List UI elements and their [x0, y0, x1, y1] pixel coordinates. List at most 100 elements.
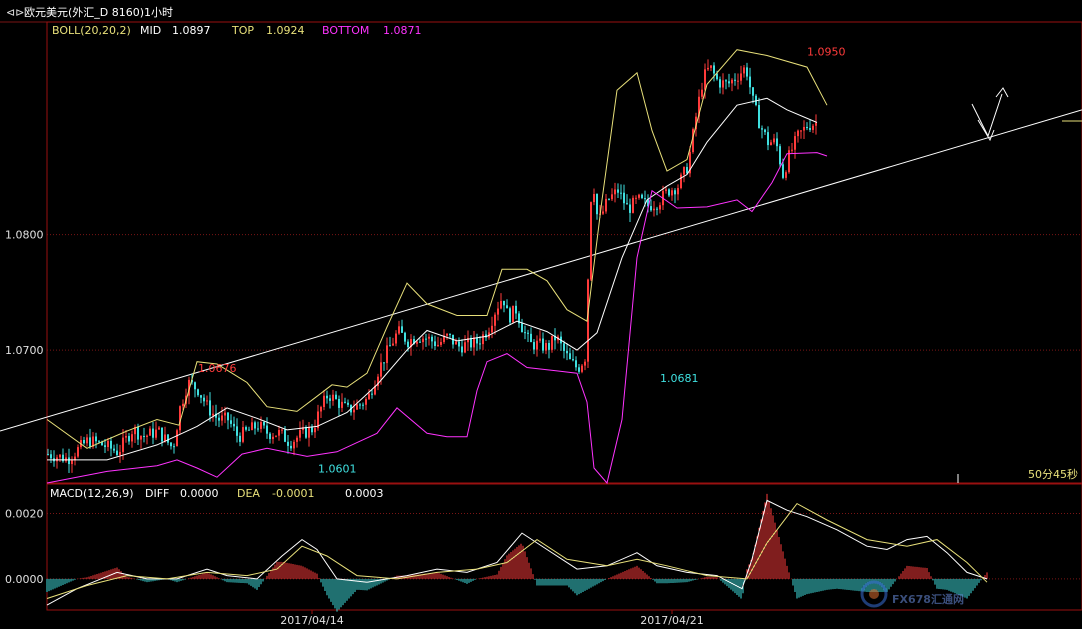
nav-back-forward-icon[interactable]: ⊲⊳	[6, 6, 24, 19]
candle-body	[701, 89, 703, 97]
candle-body	[617, 189, 619, 193]
candle-body	[95, 436, 97, 442]
x-axis-tick-label: 2017/04/21	[640, 614, 703, 627]
candle-body	[161, 427, 163, 442]
candle-body	[173, 446, 175, 448]
candle-body	[251, 422, 253, 431]
candle-body	[257, 428, 259, 430]
candle-body	[566, 350, 568, 354]
candle-body	[467, 337, 469, 343]
candle-body	[299, 430, 301, 438]
candle-body	[719, 79, 721, 88]
candle-body	[89, 437, 91, 447]
candle-body	[296, 437, 298, 442]
candle-body	[272, 436, 274, 440]
candle-body	[365, 399, 367, 405]
candle-body	[359, 404, 361, 406]
candle-body	[605, 198, 607, 212]
candle-body	[431, 336, 433, 342]
candle-body	[116, 450, 118, 455]
candle-body	[206, 400, 208, 402]
candle-body	[704, 69, 706, 90]
macd-label: MACD(12,26,9)	[50, 487, 134, 500]
candle-body	[308, 427, 310, 438]
candle-body	[203, 397, 205, 402]
candle-body	[98, 441, 100, 443]
candle-body	[572, 359, 574, 361]
macd-dea-value: -0.0001	[272, 487, 314, 500]
candle-body	[77, 447, 79, 457]
candle-body	[119, 451, 121, 455]
candle-body	[143, 435, 145, 438]
candle-body	[680, 174, 682, 189]
candle-body	[326, 395, 328, 399]
candle-body	[401, 326, 403, 333]
candle-body	[524, 332, 526, 334]
candle-body	[71, 460, 73, 465]
boll-bottom-value: 1.0871	[383, 24, 422, 37]
candle-body	[347, 402, 349, 405]
candle-body	[398, 326, 400, 334]
candle-body	[479, 343, 481, 345]
watermark-globe-core	[869, 589, 879, 599]
candle-body	[47, 454, 49, 456]
candle-body	[212, 413, 214, 416]
candle-body	[65, 457, 67, 462]
candle-body	[263, 422, 265, 426]
candle-body	[248, 429, 250, 431]
candle-body	[320, 407, 322, 412]
candle-body	[791, 149, 793, 151]
candle-body	[341, 401, 343, 408]
support-trendline	[0, 109, 1082, 432]
candle-body	[668, 189, 670, 196]
candle-body	[506, 305, 508, 309]
candle-body	[113, 448, 115, 451]
candle-body	[155, 429, 157, 438]
candle-body	[353, 409, 355, 413]
candle-body	[449, 333, 451, 335]
boll-label: BOLL(20,20,2)	[52, 24, 131, 37]
grid-lines	[47, 234, 1082, 580]
candle-body	[776, 138, 778, 147]
candle-body	[542, 338, 544, 351]
boll-bottom-line	[46, 152, 828, 485]
candle-body	[596, 193, 598, 215]
candle-body	[464, 342, 466, 353]
candle-body	[230, 420, 232, 424]
macd-panel-frame	[46, 483, 1082, 611]
candle-body	[677, 188, 679, 195]
boll-legend: BOLL(20,20,2) MID 1.0897 TOP 1.0924 BOTT…	[52, 24, 422, 37]
candle-body	[608, 198, 610, 200]
boll-mid-line	[47, 97, 818, 461]
candle-body	[152, 428, 154, 438]
candle-body	[422, 338, 424, 343]
candle-body	[803, 126, 805, 131]
candle-body	[392, 343, 394, 346]
candle-body	[323, 395, 325, 408]
price-axis-tick-label: 1.0700	[5, 344, 44, 357]
candle-body	[497, 308, 499, 315]
candle-body	[758, 105, 760, 129]
candle-body	[125, 436, 127, 438]
candle-body	[395, 333, 397, 344]
candle-body	[131, 434, 133, 442]
price-axis-tick-label: 1.0800	[5, 229, 44, 242]
macd-layer	[46, 493, 988, 612]
candle-body	[527, 332, 529, 334]
candle-body	[149, 428, 151, 436]
candle-body	[671, 190, 673, 196]
candle-body	[746, 67, 748, 77]
candle-body	[539, 338, 541, 341]
candle-body	[590, 202, 592, 280]
candle-body	[491, 325, 493, 333]
candle-body	[104, 445, 106, 448]
price-annotation: 1.0681	[660, 372, 699, 385]
candle-body	[293, 441, 295, 449]
boll-layer	[46, 49, 828, 485]
candle-body	[533, 342, 535, 350]
candle-body	[329, 398, 331, 401]
candle-body	[809, 128, 811, 130]
axis-ticks-layer: 1.0800 1.0700 0.0020 0.0000 2017/04/14 2017/0…	[5, 229, 704, 627]
candle-body	[752, 87, 754, 96]
candle-body	[362, 404, 364, 406]
